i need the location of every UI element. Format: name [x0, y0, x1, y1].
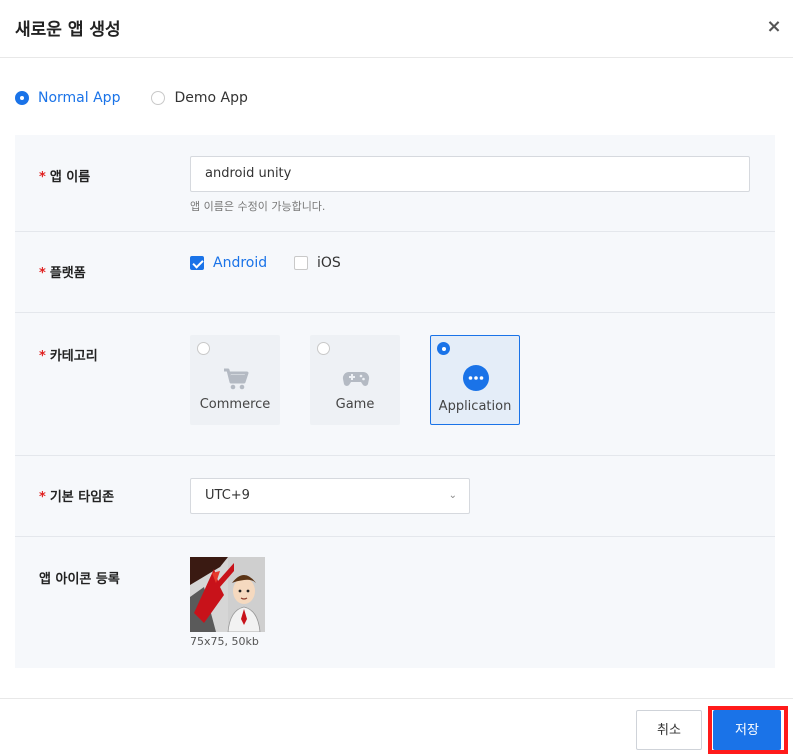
- category-commerce-label: Commerce: [199, 397, 271, 412]
- radio-unselected-icon[interactable]: [151, 91, 166, 105]
- checkbox-unchecked-icon[interactable]: [294, 256, 308, 270]
- app-type-normal-label: Normal App: [38, 90, 121, 106]
- app-name-row: * 앱 이름 android unity 앱 이름은 수정이 가능합니다.: [15, 135, 775, 232]
- platform-ios-label: iOS: [317, 255, 341, 271]
- dialog-footer: 취소 저장: [0, 698, 793, 755]
- app-type-demo[interactable]: Demo App: [151, 90, 248, 106]
- category-row: * 카테고리 Commerce Game Application: [15, 313, 775, 456]
- category-application-card[interactable]: Application: [430, 335, 520, 425]
- platform-label: * 플랫폼: [39, 262, 86, 281]
- app-name-help: 앱 이름은 수정이 가능합니다.: [190, 200, 326, 213]
- timezone-label-text: 기본 타임존: [49, 490, 115, 505]
- app-name-label: * 앱 이름: [39, 166, 90, 185]
- timezone-label: * 기본 타임존: [39, 486, 114, 505]
- radio-unselected-icon[interactable]: [197, 342, 210, 355]
- category-game-card[interactable]: Game: [310, 335, 400, 425]
- platform-label-text: 플랫폼: [49, 266, 86, 281]
- app-icon-image[interactable]: [190, 557, 265, 632]
- platform-android-label: Android: [213, 255, 268, 271]
- category-label: * 카테고리: [39, 345, 98, 364]
- dialog-header: 새로운 앱 생성 ×: [0, 0, 793, 58]
- cart-icon: [224, 368, 249, 390]
- cancel-button[interactable]: 취소: [636, 710, 702, 750]
- app-name-label-text: 앱 이름: [49, 170, 91, 185]
- radio-selected-icon[interactable]: [15, 91, 29, 105]
- chevron-down-icon: ⌄: [448, 490, 457, 501]
- app-icon-label: 앱 아이콘 등록: [39, 572, 120, 587]
- app-type-demo-label: Demo App: [174, 90, 248, 106]
- category-game-label: Game: [335, 397, 375, 412]
- timezone-value: UTC+9: [205, 488, 250, 503]
- timezone-row: * 기본 타임존 UTC+9 ⌄: [15, 456, 775, 537]
- app-type-radio-group: Normal App Demo App: [15, 88, 248, 108]
- close-icon[interactable]: ×: [764, 15, 784, 39]
- save-button[interactable]: 저장: [713, 710, 781, 750]
- category-commerce-card[interactable]: Commerce: [190, 335, 280, 425]
- category-label-text: 카테고리: [49, 349, 98, 364]
- required-mark: *: [39, 349, 46, 364]
- platform-ios-checkbox[interactable]: iOS: [294, 255, 341, 271]
- app-form: * 앱 이름 android unity 앱 이름은 수정이 가능합니다. * 플랫…: [15, 135, 775, 668]
- radio-unselected-icon[interactable]: [317, 342, 330, 355]
- category-application-label: Application: [438, 399, 512, 414]
- gamepad-icon: [342, 371, 370, 386]
- more-dots-icon: [463, 365, 489, 391]
- platform-row: * 플랫폼 Android iOS: [15, 232, 775, 313]
- app-type-normal[interactable]: Normal App: [15, 90, 120, 106]
- timezone-select[interactable]: UTC+9 ⌄: [190, 478, 470, 514]
- platform-android-checkbox[interactable]: Android: [190, 255, 267, 271]
- app-icon-row: 앱 아이콘 등록 75x75, 50kb: [15, 537, 775, 668]
- app-icon-size-hint: 75x75, 50kb: [190, 635, 259, 648]
- dialog-title: 새로운 앱 생성: [15, 20, 121, 40]
- required-mark: *: [39, 490, 46, 505]
- checkbox-checked-icon[interactable]: [190, 256, 204, 270]
- radio-selected-icon[interactable]: [437, 342, 450, 355]
- required-mark: *: [39, 266, 46, 281]
- app-name-input[interactable]: android unity: [190, 156, 750, 192]
- required-mark: *: [39, 170, 46, 185]
